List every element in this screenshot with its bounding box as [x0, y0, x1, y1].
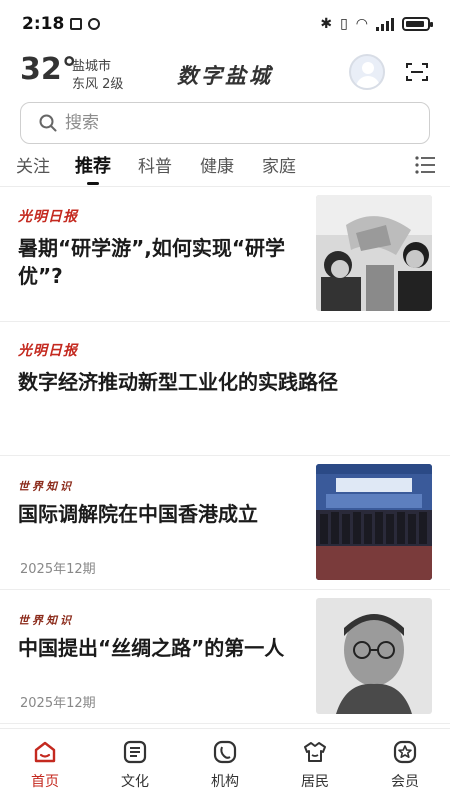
news-source: 光明日报 — [18, 343, 78, 359]
tab-follow[interactable]: 关注 — [16, 152, 50, 177]
news-title-line: 优”? — [18, 264, 63, 288]
menu-icon[interactable] — [414, 156, 436, 174]
news-item[interactable]: 光明日报 暑期“研学游”,如何实现“研学 优”? — [0, 188, 450, 322]
tabs-divider — [0, 186, 450, 187]
avatar-head-shape — [362, 62, 374, 74]
search-bar[interactable] — [20, 102, 430, 144]
avatar[interactable] — [349, 54, 385, 90]
bluetooth-icon: ✱ — [320, 16, 333, 32]
vibrate-icon: ▯ — [340, 16, 348, 32]
news-thumbnail — [316, 195, 432, 311]
category-tabs: 关注 推荐 科普 健康 家庭 — [0, 148, 450, 186]
wifi-icon: ◠ — [355, 16, 368, 32]
search-input[interactable] — [65, 113, 365, 133]
news-thumbnail — [316, 464, 432, 580]
news-title-line: 暑期“研学游”,如何实现“研学 — [18, 236, 286, 260]
signal-icon — [376, 17, 394, 31]
nav-label: 会员 — [391, 774, 419, 790]
nfc-icon — [70, 18, 83, 30]
status-bar: 2:18 ✱ ▯ ◠ — [0, 0, 450, 48]
news-title: 暑期“研学游”,如何实现“研学 优”? — [18, 234, 285, 290]
news-source-logo: 世界知识 — [18, 480, 74, 493]
tab-health[interactable]: 健康 — [200, 152, 234, 177]
battery-icon — [402, 17, 433, 31]
news-item[interactable]: 世界知识 中国提出“丝绸之路”的第一人 2025年12期 — [0, 590, 450, 724]
nav-culture[interactable]: 文化 — [105, 739, 165, 791]
member-icon — [393, 740, 417, 764]
tab-family[interactable]: 家庭 — [262, 152, 296, 177]
news-source: 光明日报 — [18, 209, 78, 225]
home-icon — [34, 741, 56, 763]
nav-label: 机构 — [211, 774, 239, 790]
culture-icon — [123, 740, 147, 764]
news-thumbnail — [316, 598, 432, 714]
alarm-icon — [88, 18, 101, 30]
nav-home[interactable]: 首页 — [15, 739, 75, 791]
tab-science[interactable]: 科普 — [138, 152, 172, 177]
nav-institution[interactable]: 机构 — [195, 739, 255, 791]
institution-icon — [213, 740, 237, 764]
nav-label: 文化 — [121, 774, 149, 790]
news-title-line: 数字经济推动新型工业化的实践路径 — [18, 370, 338, 394]
news-title-line: 中国提出“丝绸之路”的第一人 — [18, 636, 285, 660]
tab-recommend[interactable]: 推荐 — [75, 152, 111, 178]
bottom-navigation: 首页 文化 机构 居民 会员 — [0, 728, 450, 800]
search-icon — [39, 114, 57, 132]
avatar-body-shape — [356, 76, 380, 88]
nav-label: 首页 — [31, 774, 59, 790]
news-title-line: 国际调解院在中国香港成立 — [18, 502, 258, 526]
scan-icon[interactable] — [406, 62, 428, 82]
news-title: 数字经济推动新型工业化的实践路径 — [18, 368, 338, 396]
header: 32° 盐城市 东风 2级 数字盐城 — [0, 50, 450, 100]
status-left: 2:18 — [22, 14, 101, 34]
news-source-logo: 世界知识 — [18, 614, 74, 627]
news-title: 中国提出“丝绸之路”的第一人 — [18, 634, 284, 662]
news-item[interactable]: 世界知识 国际调解院在中国香港成立 2025年12期 — [0, 456, 450, 590]
news-title: 国际调解院在中国香港成立 — [18, 500, 258, 528]
nav-member[interactable]: 会员 — [375, 739, 435, 791]
nav-label: 居民 — [301, 774, 329, 790]
news-date: 2025年12期 — [20, 696, 96, 711]
status-right: ✱ ▯ ◠ — [320, 16, 433, 32]
news-date: 2025年12期 — [20, 562, 96, 577]
status-time: 2:18 — [22, 14, 65, 34]
nav-resident[interactable]: 居民 — [285, 739, 345, 791]
news-item[interactable]: 光明日报 数字经济推动新型工业化的实践路径 — [0, 322, 450, 456]
resident-icon — [304, 742, 326, 762]
active-tab-indicator — [87, 182, 99, 185]
